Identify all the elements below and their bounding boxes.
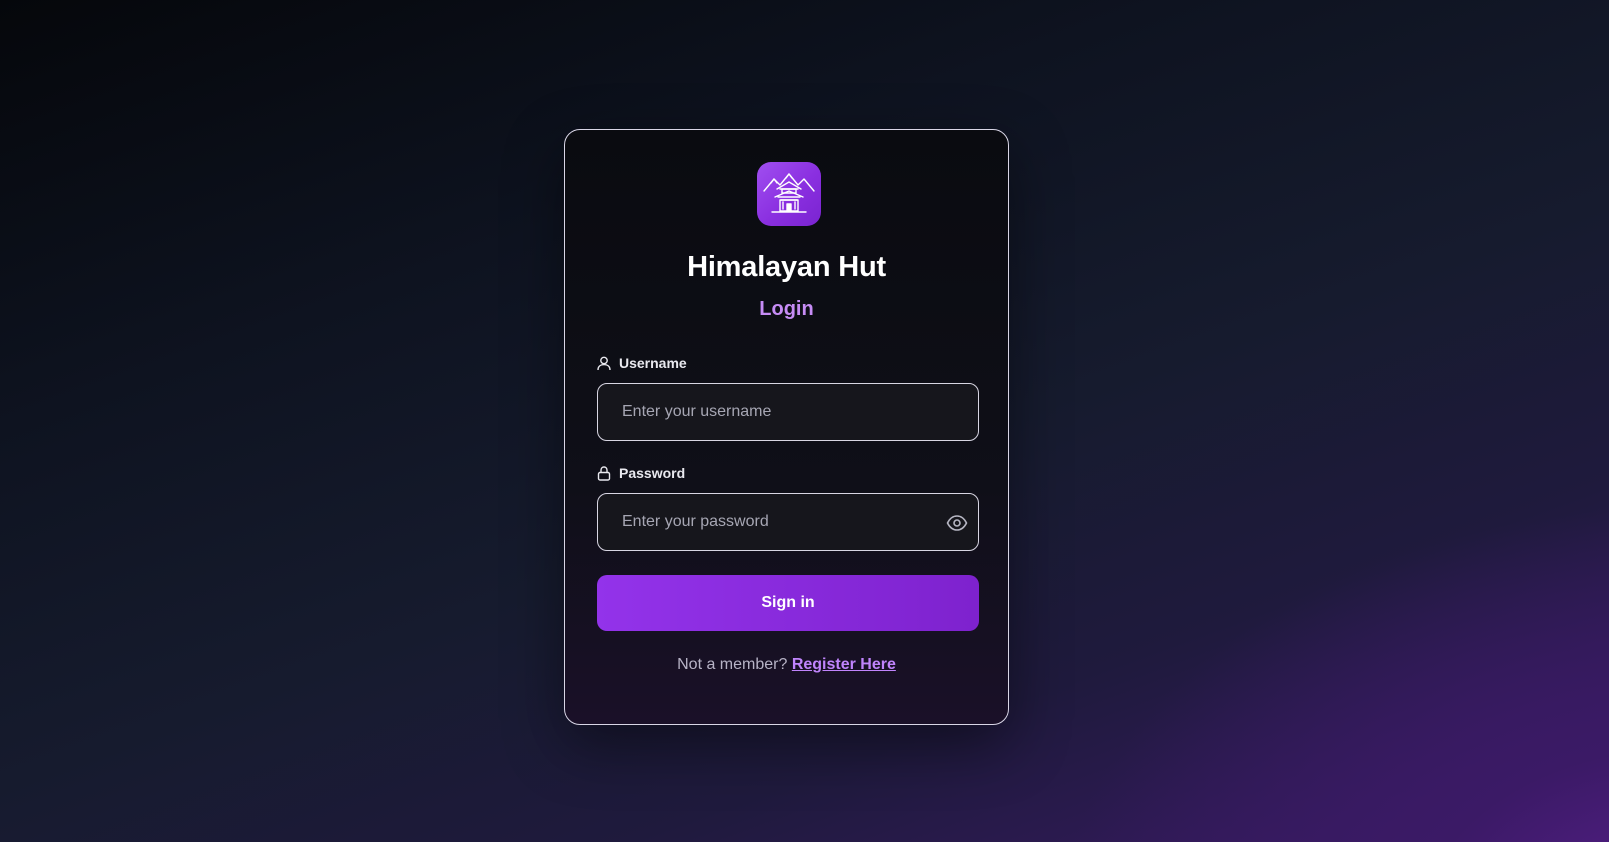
login-card: Himalayan Hut Login Username Password Si… <box>564 129 1009 725</box>
username-label-text: Username <box>619 355 687 371</box>
brand-logo <box>757 162 821 226</box>
lock-icon <box>597 465 611 481</box>
page-subtitle: Login <box>759 298 814 320</box>
username-label: Username <box>597 355 687 371</box>
password-input[interactable] <box>598 494 978 550</box>
register-prompt: Not a member? Register Here <box>565 656 1008 674</box>
eye-icon[interactable] <box>946 513 968 533</box>
register-link[interactable]: Register Here <box>792 656 896 673</box>
mountain-hut-icon <box>763 173 815 213</box>
username-input[interactable] <box>598 384 978 440</box>
register-prompt-text: Not a member? <box>677 656 788 673</box>
password-label: Password <box>597 465 685 481</box>
app-title: Himalayan Hut <box>687 251 886 283</box>
sign-in-button[interactable]: Sign in <box>597 575 979 631</box>
username-field-wrapper <box>597 383 979 441</box>
password-field-wrapper <box>597 493 979 551</box>
user-icon <box>597 356 611 370</box>
password-label-text: Password <box>619 465 686 481</box>
